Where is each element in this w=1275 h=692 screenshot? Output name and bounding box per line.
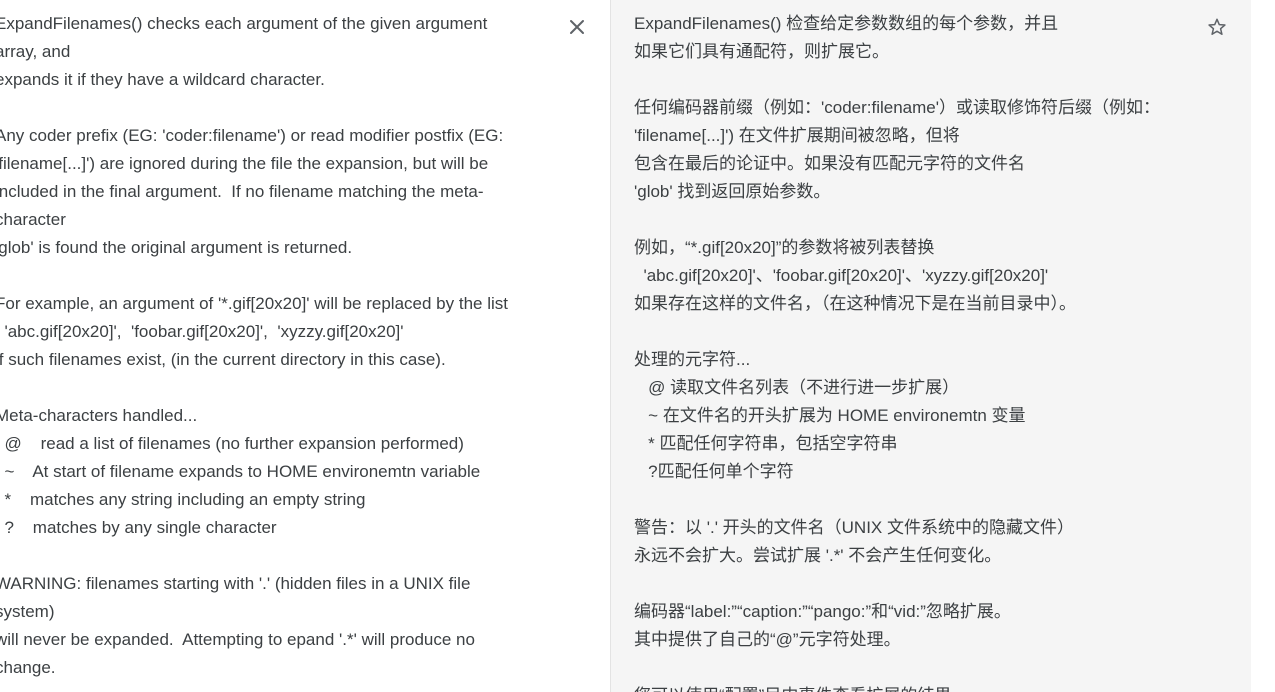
text-line xyxy=(634,206,1204,234)
text-line: array, and xyxy=(0,42,71,61)
text-line: 例如，“*.gif[20x20]”的参数将被列表替换 xyxy=(634,238,935,257)
star-outline-icon xyxy=(1207,17,1227,37)
text-line: 警告：以 '.' 开头的文件名（UNIX 文件系统中的隐藏文件） xyxy=(634,518,1074,537)
translated-text: ExpandFilenames() 检查给定参数数组的每个参数，并且 如果它们具有… xyxy=(634,10,1204,692)
save-translation-button[interactable] xyxy=(1201,11,1233,43)
text-line: 任何编码器前缀（例如：'coder:filename'）或读取修饰符后缀（例如： xyxy=(634,98,1160,117)
text-line: ExpandFilenames() 检查给定参数数组的每个参数，并且 xyxy=(634,14,1059,33)
text-line: 'abc.gif[20x20]'、'foobar.gif[20x20]'、'xy… xyxy=(634,266,1049,285)
source-text[interactable]: ExpandFilenames() checks each argument o… xyxy=(0,10,545,682)
text-line: ~ At start of filename expands to HOME e… xyxy=(0,462,481,481)
text-line: will never be expanded. Attempting to ep… xyxy=(0,630,475,649)
text-line: 您可以使用“配置”目内事件查看扩展的结果 xyxy=(634,682,1204,692)
text-line: ExpandFilenames() checks each argument o… xyxy=(0,14,488,33)
text-line: @ 读取文件名列表（不进行进一步扩展） xyxy=(634,378,960,397)
text-line: change. xyxy=(0,658,56,677)
text-line: * matches any string including an empty … xyxy=(0,490,366,509)
text-line: character xyxy=(0,210,66,229)
text-line: ~ 在文件名的开头扩展为 HOME environemtn 变量 xyxy=(634,406,1026,425)
text-line: 如果存在这样的文件名，（在这种情况下是在当前目录中）。 xyxy=(634,294,1076,313)
text-line: 'glob' is found the original argument is… xyxy=(0,238,353,257)
text-line: if such filenames exist, (in the current… xyxy=(0,350,446,369)
close-icon xyxy=(569,19,585,35)
text-line: ?匹配任何单个字符 xyxy=(634,462,794,481)
text-line xyxy=(634,318,1204,346)
text-line: 'glob' 找到返回原始参数。 xyxy=(634,182,831,201)
text-line: expands it if they have a wildcard chara… xyxy=(0,70,325,89)
text-line xyxy=(634,570,1204,598)
text-line xyxy=(0,262,545,290)
text-line xyxy=(634,66,1204,94)
text-line: WARNING: filenames starting with '.' (hi… xyxy=(0,574,471,593)
text-line: 其中提供了自己的“@”元字符处理。 xyxy=(634,630,901,649)
text-line: * 匹配任何字符串，包括空字符串 xyxy=(634,434,898,453)
text-line: ? matches by any single character xyxy=(0,518,277,537)
text-line: 'filename[...]') 在文件扩展期间被忽略，但将 xyxy=(634,126,960,145)
text-line: 'abc.gif[20x20]', 'foobar.gif[20x20]', '… xyxy=(0,322,404,341)
right-gutter xyxy=(1251,0,1275,692)
text-line: 'filename[...]') are ignored during the … xyxy=(0,154,489,173)
text-line: @ read a list of filenames (no further e… xyxy=(0,434,464,453)
text-line xyxy=(634,486,1204,514)
source-text-pane: ExpandFilenames() checks each argument o… xyxy=(0,0,610,692)
text-line: system) xyxy=(0,602,55,621)
text-line xyxy=(0,94,545,122)
text-line: Any coder prefix (EG: 'coder:filename') … xyxy=(0,126,504,145)
text-line: Meta-characters handled... xyxy=(0,406,198,425)
text-line: 永远不会扩大。尝试扩展 '.*' 不会产生任何变化。 xyxy=(634,546,1002,565)
text-line xyxy=(0,542,545,570)
text-line: 处理的元字符... xyxy=(634,350,751,369)
text-line xyxy=(0,374,545,402)
text-line: 包含在最后的论证中。如果没有匹配元字符的文件名 xyxy=(634,154,1025,173)
text-line xyxy=(634,654,1204,682)
text-line: For example, an argument of '*.gif[20x20… xyxy=(0,294,508,313)
clear-source-button[interactable] xyxy=(561,11,593,43)
text-line: included in the final argument. If no fi… xyxy=(0,182,484,201)
translation-pane: ExpandFilenames() 检查给定参数数组的每个参数，并且 如果它们具有… xyxy=(610,0,1252,692)
text-line: 如果它们具有通配符，则扩展它。 xyxy=(634,42,889,61)
text-line: 编码器“label:”“caption:”“pango:”和“vid:”忽略扩展… xyxy=(634,602,1011,621)
